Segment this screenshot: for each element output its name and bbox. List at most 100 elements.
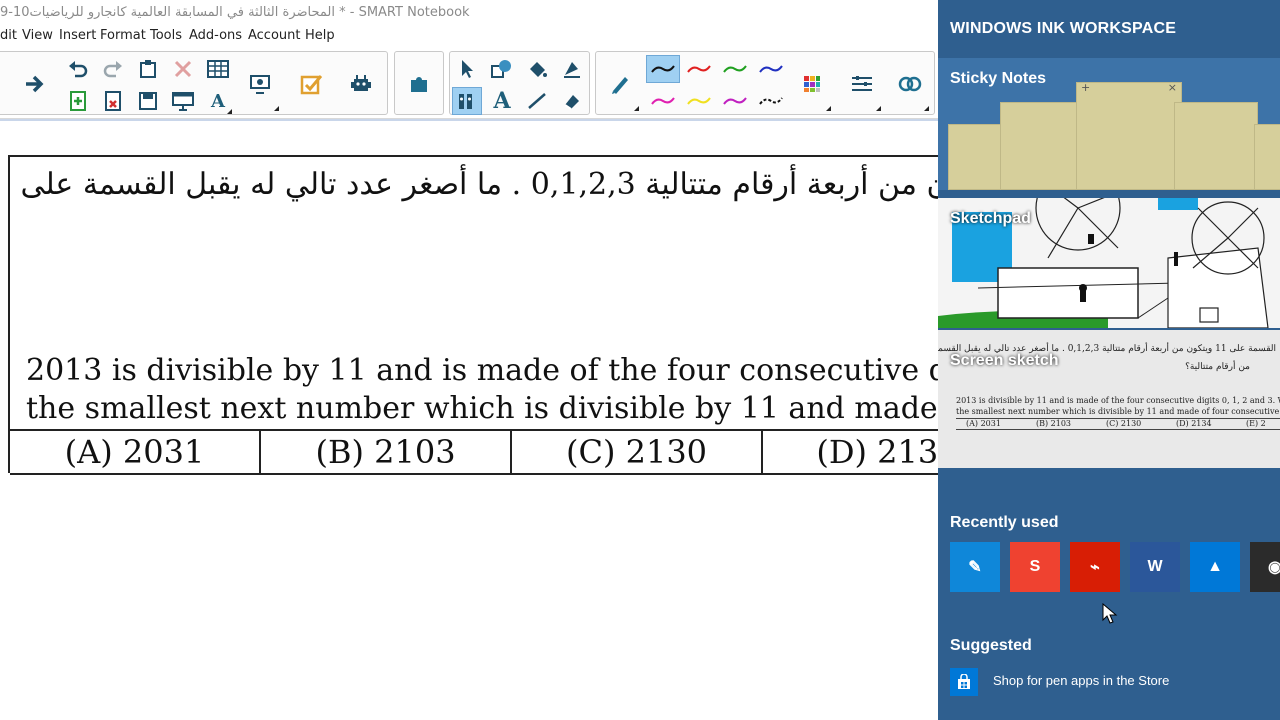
delete-icon[interactable] xyxy=(168,55,198,83)
store-suggestion[interactable]: Shop for pen apps in the Store xyxy=(950,668,1270,696)
magic-pen-icon[interactable] xyxy=(557,87,587,115)
select-icon[interactable] xyxy=(452,55,482,83)
answer-a[interactable]: (A) 2031 xyxy=(10,431,261,475)
window-title-bar: 9-10المحاضرة الثالثة في المسابقة العالمي… xyxy=(0,0,938,25)
toolbar-group-pens xyxy=(595,51,935,115)
smart-s-icon[interactable]: S xyxy=(1010,542,1060,592)
answer-b[interactable]: (B) 2103 xyxy=(261,431,512,475)
pen-swatch-icon xyxy=(723,97,747,105)
response-icon[interactable] xyxy=(291,56,331,112)
whiteboard-canvas[interactable]: يتكون من أربعة أرقام متتالية 0,1,2,3 . م… xyxy=(0,121,938,720)
pen-color-red[interactable] xyxy=(682,55,716,83)
preview-answer-a: (A) 2031 xyxy=(966,419,1001,428)
recent-apps-row: ✎ S ⌁ W ▲ ◉ xyxy=(950,542,1280,592)
pen-swatch-icon xyxy=(651,65,675,73)
pen-swatch-icon xyxy=(687,65,711,73)
acrobat-icon[interactable]: ⌁ xyxy=(1070,542,1120,592)
color-palette-icon[interactable] xyxy=(792,56,832,112)
menu-tools[interactable]: Tools xyxy=(150,25,182,47)
sticky-note-preview xyxy=(1174,102,1258,190)
fill-icon[interactable] xyxy=(522,55,552,83)
photos-icon-glyph: ▲ xyxy=(1207,558,1223,575)
menu-edit[interactable]: dit xyxy=(0,25,17,47)
store-icon xyxy=(950,668,978,696)
photos-icon[interactable]: ▲ xyxy=(1190,542,1240,592)
add-note-icon: + xyxy=(1081,81,1091,94)
pen-tool-icon[interactable] xyxy=(600,56,640,112)
lab-icon[interactable] xyxy=(341,56,381,112)
preview-answer-b: (B) 2103 xyxy=(1036,419,1072,428)
addons-icon[interactable] xyxy=(399,56,439,112)
pen-color-dashed[interactable] xyxy=(754,87,788,115)
close-note-icon: × xyxy=(1167,81,1177,94)
next-page-icon[interactable] xyxy=(15,56,55,112)
pen-swatch-icon xyxy=(759,97,783,105)
answer-c[interactable]: (C) 2130 xyxy=(512,431,763,475)
menu-addons[interactable]: Add-ons xyxy=(189,25,242,47)
document-camera-icon[interactable] xyxy=(240,56,280,112)
pen-swatch-icon xyxy=(759,65,783,73)
screen: 9-10المحاضرة الثالثة في المسابقة العالمي… xyxy=(0,0,1280,720)
pen-swatch-icon xyxy=(651,97,675,105)
clear-page-icon[interactable] xyxy=(98,87,128,115)
save-icon[interactable] xyxy=(133,87,163,115)
eraser-icon[interactable] xyxy=(557,55,587,83)
store-link-text[interactable]: Shop for pen apps in the Store xyxy=(993,673,1169,688)
properties-icon[interactable] xyxy=(842,56,882,112)
preview-answer-c: (C) 2130 xyxy=(1106,419,1142,428)
pen-swatch-icon xyxy=(687,97,711,105)
handwriting-icon[interactable]: A xyxy=(203,87,233,115)
suggested-label: Suggested xyxy=(950,637,1032,654)
smart-notebook-window: 9-10المحاضرة الثالثة في المسابقة العالمي… xyxy=(0,0,938,720)
word-icon-glyph: W xyxy=(1147,558,1163,575)
pen-color-magenta[interactable] xyxy=(646,87,680,115)
ink-workspace-title: WINDOWS INK WORKSPACE xyxy=(950,20,1177,37)
preview-answer-row: (A) 2031 (B) 2103 (C) 2130 (D) 2134 (E) … xyxy=(956,418,1280,430)
add-page-icon[interactable] xyxy=(63,87,93,115)
sticky-note-preview xyxy=(1254,124,1280,190)
preview-line-1: 2013 is divisible by 11 and is made of t… xyxy=(956,396,1280,405)
text-icon[interactable]: A xyxy=(487,87,517,115)
chrome-icon-glyph: ◉ xyxy=(1268,559,1280,576)
window-title: 9-10المحاضرة الثالثة في المسابقة العالمي… xyxy=(0,5,470,20)
shapes-icon[interactable] xyxy=(487,55,517,83)
line-icon[interactable] xyxy=(522,87,552,115)
acrobat-icon-glyph: ⌁ xyxy=(1090,559,1100,576)
redo-icon[interactable] xyxy=(98,55,128,83)
link-icon[interactable] xyxy=(890,56,930,112)
undo-icon[interactable] xyxy=(63,55,93,83)
sticky-notes-tile[interactable]: + × Sticky Notes xyxy=(938,58,1280,190)
answer-d[interactable]: (D) 2134 xyxy=(763,431,938,475)
pen-color-green[interactable] xyxy=(718,55,752,83)
pen-color-blue[interactable] xyxy=(754,55,788,83)
menu-insert[interactable]: Insert xyxy=(59,25,96,47)
screen-sketch-label: Screen sketch xyxy=(950,352,1059,369)
smart-notebook-icon[interactable]: ✎ xyxy=(950,542,1000,592)
pen-color-yellow[interactable] xyxy=(682,87,716,115)
screen-sketch-tile[interactable]: القسمة على 11 ويتكون من أربعة أرقام متتا… xyxy=(938,330,1280,468)
chrome-icon[interactable]: ◉ xyxy=(1250,542,1280,592)
pen-icon[interactable] xyxy=(452,87,482,115)
word-icon[interactable]: W xyxy=(1130,542,1180,592)
mouse-cursor-icon xyxy=(1102,603,1118,624)
pen-color-purple[interactable] xyxy=(718,87,752,115)
menu-format[interactable]: Format xyxy=(100,25,146,47)
smart-s-icon-glyph: S xyxy=(1029,558,1041,575)
toolbar-group-main: A xyxy=(0,51,388,115)
table-icon[interactable] xyxy=(203,55,233,83)
sticky-note-preview: + × xyxy=(1076,81,1182,190)
question-box: يتكون من أربعة أرقام متتالية 0,1,2,3 . م… xyxy=(8,155,938,475)
menu-bar: dit View Insert Format Tools Add-ons Acc… xyxy=(0,25,938,47)
answer-row: (A) 2031 (B) 2103 (C) 2130 (D) 2134 xyxy=(10,429,938,475)
screen-shade-icon[interactable] xyxy=(168,87,198,115)
menu-account[interactable]: Account xyxy=(248,25,301,47)
menu-view[interactable]: View xyxy=(22,25,53,47)
question-english-line-2: the smallest next number which is divisi… xyxy=(26,391,938,426)
question-arabic: يتكون من أربعة أرقام متتالية 0,1,2,3 . م… xyxy=(20,167,938,202)
menu-help[interactable]: Help xyxy=(305,25,335,47)
pen-color-black[interactable] xyxy=(646,55,680,83)
sketchpad-tile[interactable]: Sketchpad xyxy=(938,198,1280,328)
paste-icon[interactable] xyxy=(133,55,163,83)
preview-answer-e: (E) 2 xyxy=(1246,419,1266,428)
pen-swatch-icon xyxy=(723,65,747,73)
